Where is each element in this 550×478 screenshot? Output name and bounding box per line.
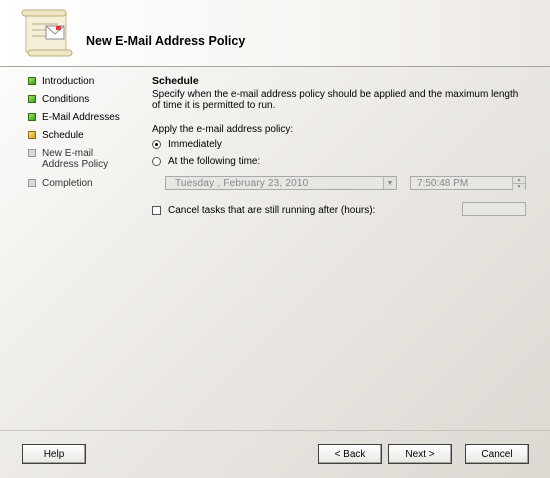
spin-down-icon[interactable]: ▼ xyxy=(513,183,525,190)
cancel-tasks-option[interactable]: Cancel tasks that are still running afte… xyxy=(152,205,375,216)
radio-immediately[interactable]: Immediately xyxy=(152,139,222,150)
back-button[interactable]: < Back xyxy=(318,444,382,464)
radio-button-checked[interactable] xyxy=(152,140,161,149)
section-title: Schedule xyxy=(152,75,199,87)
step-label: Introduction xyxy=(42,76,95,87)
step-email-addresses: E-Mail Addresses xyxy=(28,112,130,123)
step-pending-icon xyxy=(28,149,36,157)
chevron-down-icon[interactable]: ▼ xyxy=(383,177,396,189)
cancel-tasks-checkbox[interactable] xyxy=(152,206,161,215)
certificate-scroll-icon xyxy=(21,9,73,57)
step-label: Conditions xyxy=(42,94,90,105)
step-label: E-Mail Addresses xyxy=(42,112,120,123)
apply-policy-label: Apply the e-mail address policy: xyxy=(152,124,294,135)
step-pending-icon xyxy=(28,179,36,187)
radio-label[interactable]: At the following time: xyxy=(168,156,260,167)
hours-input[interactable] xyxy=(462,202,526,216)
time-picker[interactable]: 7:50:48 PM ▲ ▼ xyxy=(410,176,526,190)
time-value: 7:50:48 PM xyxy=(417,177,469,189)
step-label: New E-mail Address Policy xyxy=(42,148,109,170)
radio-label[interactable]: Immediately xyxy=(168,139,222,150)
step-complete-icon xyxy=(28,77,36,85)
step-new-email-address-policy: New E-mail Address Policy xyxy=(28,148,130,170)
wizard-header: New E-Mail Address Policy xyxy=(0,0,550,67)
radio-button[interactable] xyxy=(152,157,161,166)
step-label: Completion xyxy=(42,178,93,189)
step-current-icon xyxy=(28,131,36,139)
wizard-title: New E-Mail Address Policy xyxy=(86,34,246,48)
wizard-step-list: Introduction Conditions E-Mail Addresses… xyxy=(0,67,140,427)
step-conditions: Conditions xyxy=(28,94,130,105)
step-label: Schedule xyxy=(42,130,84,141)
section-description: Specify when the e-mail address policy s… xyxy=(152,89,519,111)
footer-divider xyxy=(0,430,550,431)
step-complete-icon xyxy=(28,113,36,121)
step-schedule: Schedule xyxy=(28,130,130,141)
step-complete-icon xyxy=(28,95,36,103)
next-button[interactable]: Next > xyxy=(388,444,452,464)
help-button[interactable]: Help xyxy=(22,444,86,464)
radio-at-following-time[interactable]: At the following time: xyxy=(152,156,260,167)
time-spinner[interactable]: ▲ ▼ xyxy=(512,177,525,190)
cancel-button[interactable]: Cancel xyxy=(465,444,529,464)
schedule-panel: Schedule Specify when the e-mail address… xyxy=(152,75,532,111)
cancel-tasks-label[interactable]: Cancel tasks that are still running afte… xyxy=(168,205,375,216)
date-picker[interactable]: Tuesday , February 23, 2010 ▼ xyxy=(165,176,397,190)
step-introduction: Introduction xyxy=(28,76,130,87)
date-value: Tuesday , February 23, 2010 xyxy=(175,177,309,189)
step-completion: Completion xyxy=(28,178,130,189)
